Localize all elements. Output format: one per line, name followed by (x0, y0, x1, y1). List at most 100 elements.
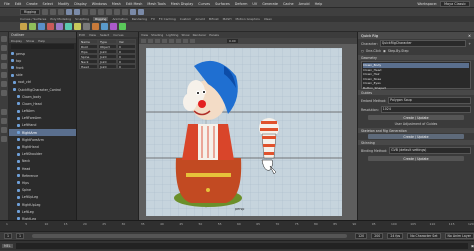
shelf-tool-icon[interactable] (56, 23, 63, 30)
outliner-item[interactable]: RightUpLeg (9, 201, 76, 208)
snap-grid-icon[interactable] (106, 9, 113, 15)
outliner-item[interactable]: front (9, 64, 76, 71)
spreadsheet-menu-item[interactable]: Edit (79, 33, 85, 37)
outliner-item[interactable]: LeftUpLeg (9, 194, 76, 201)
outliner-item[interactable]: RightForeArm (9, 136, 76, 143)
character-dropdown[interactable]: QuickRigCharacter (379, 40, 467, 47)
shelf-tool-icon[interactable] (65, 23, 72, 30)
skinning-section-header[interactable]: Skinning (358, 140, 474, 145)
render-icon[interactable] (130, 9, 137, 15)
shelf-tool-icon[interactable] (119, 23, 126, 30)
shelf-tool-icon[interactable] (92, 23, 99, 30)
viewport-menu-item[interactable]: Panels (209, 33, 219, 37)
xray-icon[interactable] (190, 39, 195, 43)
playback-end-field[interactable]: 120 (355, 233, 368, 239)
move-tool-icon[interactable] (1, 63, 7, 69)
outliner-item[interactable]: QuickRigCharacter_Control (9, 86, 76, 93)
shelf-tab[interactable]: Curves / Surfaces (20, 17, 46, 21)
outliner-item[interactable]: LeftHand (9, 122, 76, 129)
workspace-selector[interactable]: Workspace: Maya Classic (417, 0, 474, 7)
shelf-tab[interactable]: Bifrost (209, 17, 219, 21)
outliner-search-input[interactable] (11, 44, 74, 49)
select-component-icon[interactable] (98, 9, 105, 15)
shelf-tool-icon[interactable] (47, 23, 54, 30)
new-scene-icon[interactable] (42, 9, 49, 15)
range-start-field[interactable]: 1 (4, 233, 13, 239)
shelf-tab[interactable]: FX Caching (159, 17, 176, 21)
wireframe-icon[interactable] (155, 39, 160, 43)
outliner-item[interactable]: RightHand (9, 143, 76, 150)
shelf-tool-icon[interactable] (20, 23, 27, 30)
single-pane-icon[interactable] (1, 109, 7, 115)
last-tool-icon[interactable] (1, 90, 7, 96)
outliner-item[interactable]: Spine (9, 187, 76, 194)
viewport-panel[interactable]: View Shading Lighting Show Renderer Panels 0.… (139, 32, 357, 220)
anim-layer-dropdown[interactable]: No Anim Layer (444, 233, 474, 239)
workspace-dropdown[interactable]: Maya Classic (440, 0, 470, 7)
lasso-tool-icon[interactable] (1, 45, 7, 51)
shelf-tab[interactable]: Rigging (93, 17, 109, 21)
guides-section-header[interactable]: Guides (358, 90, 474, 95)
mel-label[interactable]: MEL (2, 243, 13, 248)
scale-tool-icon[interactable] (1, 81, 7, 87)
ipr-render-icon[interactable] (138, 9, 145, 15)
menu-item[interactable]: Curves (198, 2, 210, 6)
spreadsheet-menu-item[interactable]: Curves (113, 33, 123, 37)
outliner-item[interactable]: side (9, 72, 76, 79)
playback-start-field[interactable]: 1 (16, 233, 25, 239)
table-row[interactable]: Head Joint 0 (79, 64, 136, 69)
menu-item[interactable]: Display (74, 2, 87, 6)
menu-item[interactable]: Modify (58, 2, 69, 6)
outliner-item[interactable]: Head (9, 165, 76, 172)
shadows-icon[interactable] (183, 39, 188, 43)
shelf-tab[interactable]: Poly Modeling (50, 17, 71, 21)
shelf-tab[interactable]: FX (151, 17, 155, 21)
shelf-tab[interactable]: Custom (180, 17, 192, 21)
select-hierarchy-icon[interactable] (82, 9, 89, 15)
snap-curve-icon[interactable] (114, 9, 121, 15)
viewport-menu-item[interactable]: Renderer (193, 33, 207, 37)
outliner-item[interactable]: LeftForeArm (9, 115, 76, 122)
geometry-section-header[interactable]: Geometry (358, 55, 474, 60)
menu-item[interactable]: Cache (283, 2, 294, 6)
viewport-menu-item[interactable]: Shading (151, 33, 163, 37)
spreadsheet-menu-item[interactable]: Select (100, 33, 109, 37)
select-object-icon[interactable] (90, 9, 97, 15)
outliner-menu-item[interactable]: Display (11, 39, 22, 43)
outliner-item[interactable]: Neck (9, 158, 76, 165)
viewport-menu-item[interactable]: View (141, 33, 148, 37)
shelf-tab[interactable]: Animation (112, 17, 127, 21)
binding-method-dropdown[interactable]: GVB (default settings) (389, 147, 471, 154)
embed-method-dropdown[interactable]: Polygon Soup (388, 97, 471, 104)
outliner-item[interactable]: Reference (9, 172, 76, 179)
open-scene-icon[interactable] (50, 9, 57, 15)
step-radio[interactable]: ◉ (383, 49, 386, 53)
menu-item[interactable]: Create (26, 2, 37, 6)
menu-item[interactable]: Help (315, 2, 323, 6)
outliner-item[interactable]: persp (9, 50, 76, 57)
spreadsheet-menu-item[interactable]: View (89, 33, 96, 37)
shelf-tab[interactable]: Rendering (132, 17, 147, 21)
outliner-item[interactable]: Hips (9, 179, 76, 186)
outliner-item[interactable]: RightArm (9, 129, 76, 137)
outliner-item[interactable]: Clown_Head (9, 100, 76, 107)
redo-icon[interactable] (74, 9, 81, 15)
menu-item[interactable]: Arnold (299, 2, 310, 6)
skeleton-section-header[interactable]: Skeleton and Rig Generation (358, 128, 474, 133)
shelf-tool-icon[interactable] (101, 23, 108, 30)
select-tool-icon[interactable] (1, 36, 7, 42)
outliner-layout-icon[interactable] (1, 136, 7, 142)
one-click-radio[interactable]: ○ (361, 49, 364, 53)
outliner-item[interactable]: top (9, 57, 76, 64)
shelf-tool-icon[interactable] (38, 23, 45, 30)
outliner-menu-item[interactable]: Show (26, 39, 34, 43)
command-input[interactable] (15, 242, 468, 249)
shelf-tab[interactable]: Arnold (195, 17, 205, 21)
outliner-item[interactable]: Clown_body (9, 93, 76, 100)
shelf-tool-icon[interactable] (29, 23, 36, 30)
undo-icon[interactable] (66, 9, 73, 15)
shelf-tab[interactable]: MASH (223, 17, 232, 21)
shelf-tool-icon[interactable] (83, 23, 90, 30)
menu-item[interactable]: File (4, 2, 10, 6)
close-icon[interactable]: ✕ (468, 34, 471, 38)
